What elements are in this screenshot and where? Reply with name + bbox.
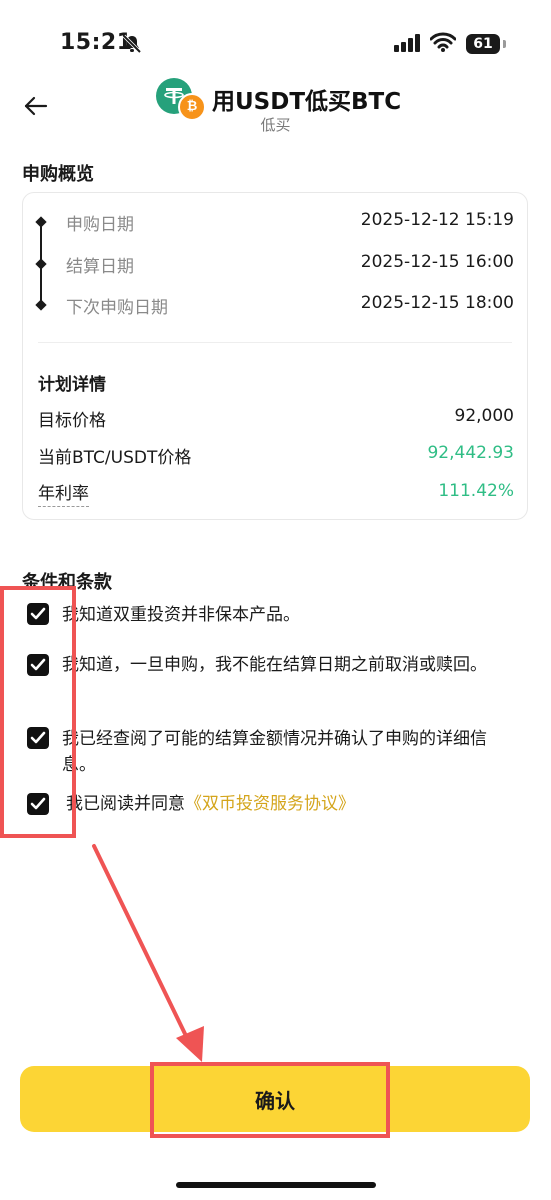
- annual-rate-value: 111.42%: [438, 481, 514, 501]
- battery-indicator: 61: [466, 34, 500, 54]
- term-text-3: 我已经查阅了可能的结算金额情况并确认了申购的详细信息。: [62, 729, 487, 775]
- page-subtitle: 低买: [260, 116, 291, 134]
- subscription-date-value: 2025-12-12 15:19: [360, 210, 514, 230]
- overview-title: 申购概览: [22, 164, 94, 185]
- term-text-4: 我已阅读并同意《双币投资服务协议》: [66, 791, 506, 817]
- term-text-4-label: 我已阅读并同意: [66, 794, 185, 814]
- bell-muted-icon: [122, 34, 142, 58]
- annotation-confirm-highlight: [150, 1062, 390, 1138]
- status-bar: 15:21 61: [0, 0, 551, 90]
- cellular-signal-icon: [394, 34, 422, 56]
- next-subscription-date-label: 下次申购日期: [66, 298, 168, 318]
- next-subscription-date-value: 2025-12-15 18:00: [360, 293, 514, 313]
- subscription-date-label: 申购日期: [66, 215, 134, 235]
- current-price-value: 92,442.93: [427, 443, 514, 463]
- service-agreement-link[interactable]: 《双币投资服务协议》: [185, 794, 355, 814]
- target-price-value: 92,000: [454, 406, 514, 426]
- settlement-date-label: 结算日期: [66, 257, 134, 277]
- target-price-label: 目标价格: [38, 411, 106, 431]
- overview-card: [22, 192, 528, 520]
- annotation-checkbox-highlight: [0, 586, 76, 838]
- term-text-1: 我知道双重投资并非保本产品。: [62, 605, 300, 625]
- annual-rate-label[interactable]: 年利率: [38, 479, 89, 507]
- settlement-date-value: 2025-12-15 16:00: [360, 252, 514, 272]
- plan-details-title: 计划详情: [38, 375, 106, 395]
- home-indicator: [176, 1182, 376, 1188]
- term-text-2: 我知道，一旦申购，我不能在结算日期之前取消或赎回。: [62, 655, 487, 675]
- current-price-label: 当前BTC/USDT价格: [38, 448, 192, 468]
- page-title: 用USDT低买BTC: [212, 89, 402, 115]
- card-divider: [38, 342, 512, 343]
- wifi-icon: [429, 32, 457, 56]
- battery-tip: [503, 40, 506, 48]
